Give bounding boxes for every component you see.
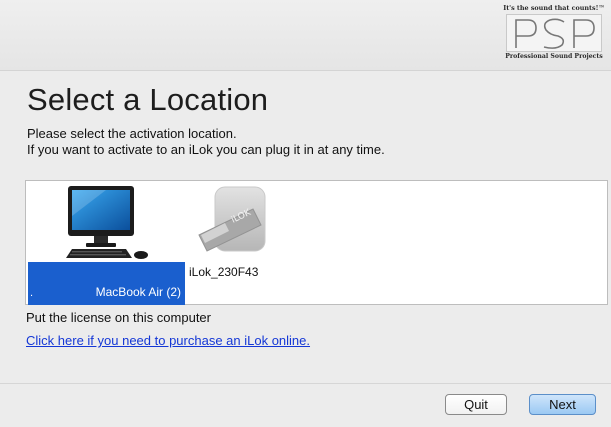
purchase-ilok-link[interactable]: Click here if you need to purchase an iL… — [26, 333, 310, 348]
status-text: Put the license on this computer — [26, 310, 211, 325]
next-button[interactable]: Next — [529, 394, 596, 415]
psp-logo-mark — [506, 14, 602, 52]
footer-divider — [0, 383, 611, 384]
instructions: Please select the activation location. I… — [27, 126, 385, 158]
quit-button[interactable]: Quit — [445, 394, 507, 415]
instruction-line-2: If you want to activate to an iLok you c… — [27, 142, 385, 157]
location-item-ilok[interactable]: iLOK iLok_230F43 — [186, 182, 286, 282]
page-title: Select a Location — [27, 82, 269, 117]
header-bar: It's the sound that counts!™ Professiona… — [0, 0, 611, 71]
location-prefix: . — [30, 287, 34, 299]
psp-logo: It's the sound that counts!™ Professiona… — [500, 4, 608, 68]
brand-tagline: It's the sound that counts!™ — [503, 4, 605, 12]
location-list: . MacBook Air (2) iLOK iLok_230F43 — [25, 180, 608, 305]
ilok-usb-icon: iLOK — [191, 185, 269, 266]
location-ilok-label: iLok_230F43 — [189, 265, 259, 279]
brand-company: Professional Sound Projects — [505, 53, 603, 60]
instruction-line-1: Please select the activation location. — [27, 126, 237, 141]
location-item-computer[interactable]: . MacBook Air (2) — [28, 182, 185, 305]
location-label-selected: . MacBook Air (2) — [28, 262, 185, 305]
desktop-computer-icon — [66, 186, 150, 267]
location-computer-label: MacBook Air (2) — [95, 285, 181, 299]
